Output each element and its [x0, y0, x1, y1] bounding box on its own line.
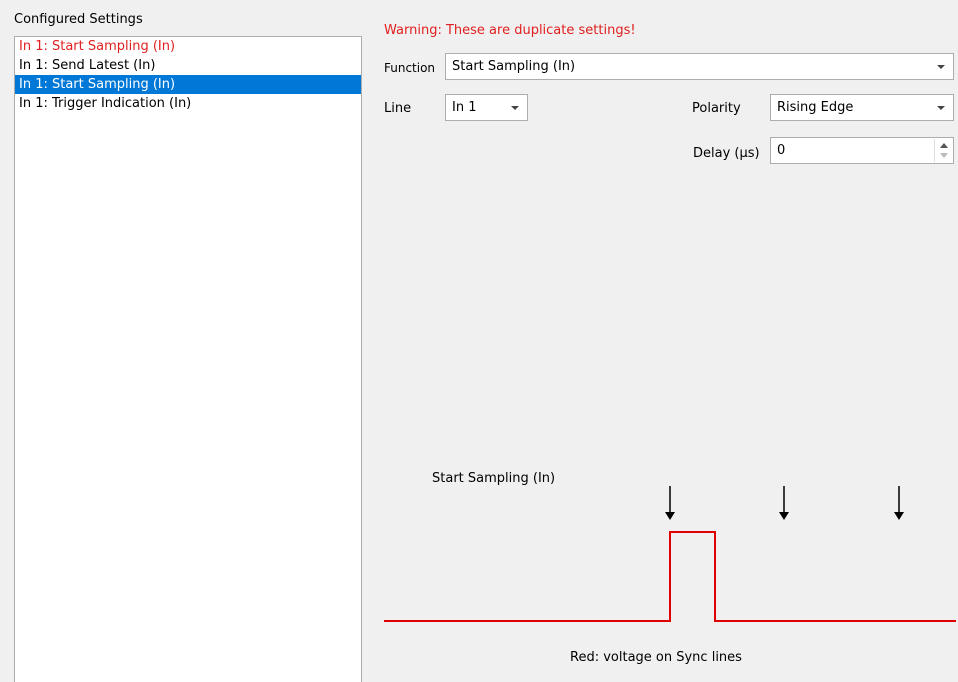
timing-diagram [384, 486, 956, 622]
sync-voltage-signal [384, 531, 956, 622]
trigger-arrow [894, 486, 904, 520]
trigger-arrow [665, 486, 675, 520]
trigger-arrow [779, 486, 789, 520]
diagram-legend: Red: voltage on Sync lines [570, 650, 742, 665]
